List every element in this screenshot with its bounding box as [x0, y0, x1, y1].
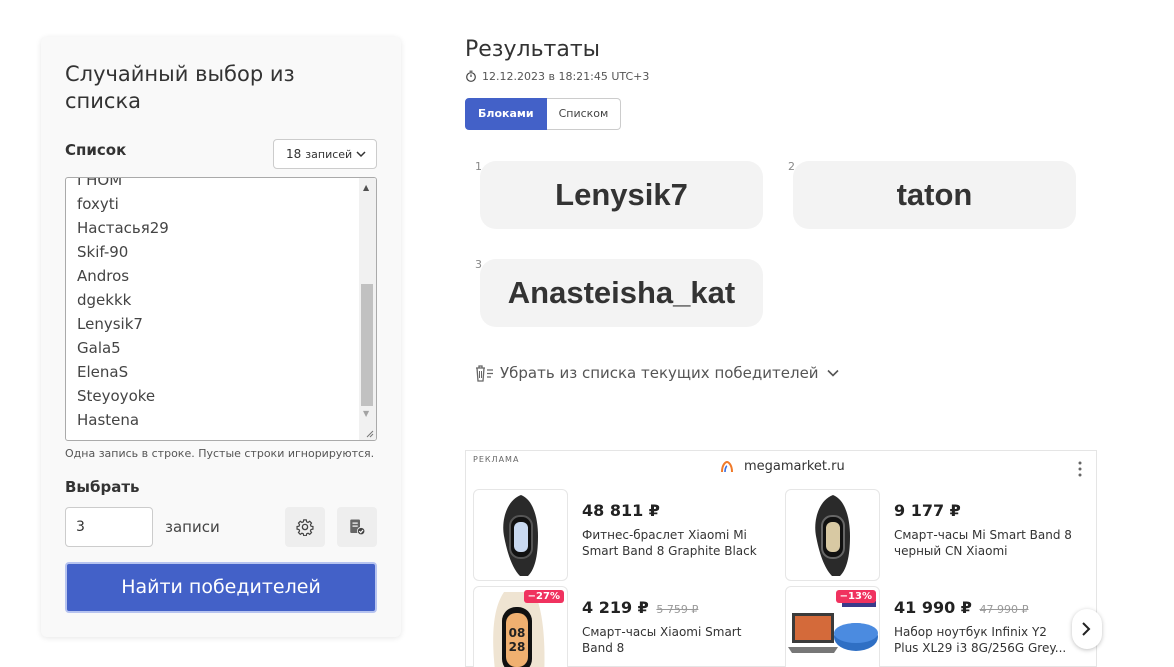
- entry-line: Hastena: [77, 411, 140, 429]
- entry-line: ElenaS: [77, 363, 129, 381]
- discount-badge: −27%: [523, 590, 564, 603]
- entry-line: Gala5: [77, 339, 121, 357]
- ad-product-card[interactable]: −13% 41 990 ₽ 47 990 ₽ Набор ноутбук Inf…: [778, 586, 1078, 667]
- document-check-icon: [350, 519, 366, 536]
- results-title: Результаты: [465, 37, 601, 62]
- winner-card: Anasteisha_kat: [480, 259, 763, 327]
- svg-text:28: 28: [509, 640, 526, 654]
- scroll-up-arrow-icon[interactable]: ▲: [363, 183, 369, 192]
- entry-line: Skif-90: [77, 243, 129, 261]
- entry-line: Andros: [77, 267, 130, 285]
- textarea-scrollbar[interactable]: ▲ ▼: [359, 178, 376, 440]
- product-price: 4 219 ₽ 5 759 ₽: [582, 598, 699, 617]
- product-name: Набор ноутбук Infinix Y2 Plus XL29 i3 8G…: [894, 625, 1067, 655]
- winner-card: Lenysik7: [480, 161, 763, 229]
- product-image: −13%: [785, 586, 880, 667]
- entry-line: Steyoyoke: [77, 387, 156, 405]
- winners-count-input[interactable]: 3: [65, 507, 153, 547]
- random-picker-card: Случайный выбор из списка Список 18 запи…: [41, 37, 401, 637]
- more-vertical-icon[interactable]: [1078, 461, 1082, 477]
- product-image: [785, 489, 880, 581]
- settings-button[interactable]: [285, 507, 325, 547]
- entry-line: foxyti: [77, 195, 119, 213]
- scroll-down-arrow-icon[interactable]: ▼: [363, 409, 369, 418]
- card-title: Случайный выбор из списка: [65, 62, 295, 113]
- entries-count-select[interactable]: 18 записей: [273, 139, 377, 169]
- results-timestamp: 12.12.2023 в 18:21:45 UTC+3: [465, 70, 649, 83]
- product-name: Фитнес-браслет Xiaomi Mi Smart Band 8 Gr…: [582, 528, 757, 558]
- remove-winners-dropdown[interactable]: Убрать из списка текущих победителей: [474, 364, 845, 382]
- product-image: 08 28 −27%: [473, 586, 568, 667]
- ad-next-button[interactable]: [1072, 609, 1102, 649]
- ad-brand-name: megamarket.ru: [744, 459, 845, 474]
- chevron-down-icon: [356, 151, 366, 158]
- entries-textarea[interactable]: ГНОМ foxyti Настасья29 Skif-90 Andros dgekkk L…: [65, 177, 377, 441]
- ad-label: РЕКЛАМА: [473, 455, 520, 464]
- remove-winners-label: Убрать из списка текущих победителей: [500, 364, 819, 382]
- ad-product-card[interactable]: 08 28 −27% 4 219 ₽ 5 759 ₽ Смарт-часы Xi…: [466, 586, 766, 667]
- stopwatch-icon: [466, 70, 476, 82]
- ad-product-card[interactable]: 48 811 ₽ Фитнес-браслет Xiaomi Mi Smart …: [466, 489, 766, 581]
- winners-count-unit: записи: [165, 518, 220, 536]
- view-toggle: Блоками Списком: [465, 98, 622, 130]
- discount-badge: −13%: [835, 590, 876, 603]
- resize-handle-icon[interactable]: [364, 428, 374, 438]
- scroll-thumb[interactable]: [361, 284, 373, 406]
- product-image: [473, 489, 568, 581]
- trash-list-icon: [476, 365, 493, 382]
- find-winners-button[interactable]: Найти победителей: [65, 562, 377, 613]
- product-price: 48 811 ₽: [582, 501, 660, 520]
- product-name: Смарт-часы Xiaomi Smart Band 8: [582, 625, 742, 655]
- view-list-button[interactable]: Списком: [546, 98, 622, 130]
- product-price: 41 990 ₽ 47 990 ₽: [894, 598, 1029, 617]
- chevron-right-icon: [1082, 622, 1091, 636]
- winner-card: taton: [793, 161, 1076, 229]
- ad-product-card[interactable]: 9 177 ₽ Смарт-часы Mi Smart Band 8 черны…: [778, 489, 1078, 581]
- view-blocks-button[interactable]: Блоками: [465, 98, 547, 130]
- product-old-price: 5 759 ₽: [656, 603, 699, 616]
- chevron-down-icon: [826, 369, 839, 377]
- list-label: Список: [65, 141, 127, 159]
- timestamp-text: 12.12.2023 в 18:21:45 UTC+3: [482, 70, 650, 83]
- svg-text:08: 08: [509, 626, 526, 640]
- entry-line: Lenysik7: [77, 315, 143, 333]
- choose-label: Выбрать: [65, 478, 140, 496]
- entries-list: ГНОМ foxyti Настасья29 Skif-90 Andros dgekkk L…: [77, 177, 169, 432]
- ad-block: РЕКЛАМА megamarket.ru 48 811 ₽ Фитнес-бр…: [465, 450, 1097, 667]
- entry-line: ГНОМ: [77, 177, 123, 189]
- megamarket-logo-icon: [721, 460, 733, 472]
- product-old-price: 47 990 ₽: [979, 603, 1029, 616]
- list-options-button[interactable]: [337, 507, 377, 547]
- ad-brand-link[interactable]: megamarket.ru: [720, 459, 845, 474]
- entries-count-unit: записей: [305, 147, 353, 161]
- gear-icon: [296, 519, 314, 536]
- entries-count-number: 18: [286, 147, 302, 161]
- entry-line: dgekkk: [77, 291, 132, 309]
- entry-line: Настасья29: [77, 219, 169, 237]
- product-name: Смарт-часы Mi Smart Band 8 черный CN Xia…: [894, 528, 1072, 558]
- entries-hint: Одна запись в строке. Пустые строки игно…: [65, 447, 375, 460]
- product-price: 9 177 ₽: [894, 501, 961, 520]
